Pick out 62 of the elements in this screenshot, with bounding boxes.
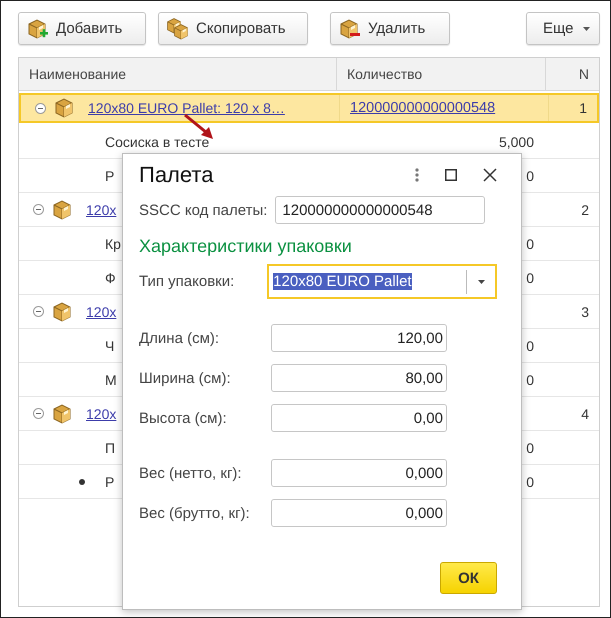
table-row[interactable]: 120x80 EURO Pallet: 120 x 8… 120000000000000548 1	[19, 93, 599, 123]
link[interactable]: 120x	[86, 406, 116, 422]
table-cell: 0	[526, 440, 534, 456]
box-plus-icon	[27, 18, 49, 40]
input-field[interactable]: 0,000	[271, 499, 447, 527]
section-title: Характеристики упаковки	[139, 236, 353, 257]
table-cell: П	[105, 440, 116, 456]
field-label: SSCC код палеты:	[139, 202, 268, 218]
collapse-icon[interactable]	[35, 102, 46, 114]
table-cell: Ф	[105, 270, 116, 286]
table-cell: Р	[105, 168, 114, 184]
field-label: Длина (см):	[139, 330, 220, 346]
table-cell: 0	[526, 168, 534, 184]
field-label: Вес (нетто, кг):	[139, 464, 243, 482]
table-cell: 3	[581, 304, 589, 320]
caret-icon[interactable]	[478, 280, 484, 284]
link[interactable]: 120x	[86, 202, 116, 218]
input-field[interactable]: 120000000000000548	[275, 196, 486, 224]
toolbar-button[interactable]: Удалить	[330, 12, 450, 45]
dialog-title: Палета	[139, 162, 214, 188]
input-field[interactable]: 80,00	[271, 364, 447, 392]
more-options-icon[interactable]	[415, 168, 419, 182]
table-cell: 0	[526, 270, 534, 286]
table-cell: 5,000	[498, 134, 534, 150]
table-cell: Ч	[105, 338, 114, 354]
more-button[interactable]: Еще	[526, 12, 600, 45]
table-cell: 0	[526, 338, 534, 354]
table-cell: 4	[581, 406, 589, 422]
column-header[interactable]: Наименование	[19, 58, 337, 90]
maximize-icon[interactable]	[445, 169, 457, 181]
box-minus-icon	[339, 18, 361, 40]
field-label: Ширина (см):	[139, 370, 232, 386]
toolbar-button[interactable]: Добавить	[18, 12, 146, 45]
link[interactable]: 120x80 EURO Pallet: 120 x 8…	[88, 100, 285, 116]
table-cell: 0	[526, 372, 534, 388]
link[interactable]: 120000000000000548	[350, 100, 496, 116]
table-cell: Сосиска в тесте	[105, 134, 210, 150]
input-field[interactable]: 0,000	[271, 459, 447, 487]
table-cell: Кр	[105, 236, 121, 252]
ok-button[interactable]: ОК	[440, 562, 497, 594]
collapse-icon[interactable]	[33, 408, 44, 419]
table-cell: Р	[105, 474, 114, 490]
table-cell: 0	[526, 474, 534, 490]
collapse-icon[interactable]	[33, 204, 44, 215]
collapse-icon[interactable]	[33, 306, 44, 317]
toolbar-button[interactable]: Скопировать	[158, 12, 308, 45]
input-field[interactable]: 0,00	[271, 404, 447, 432]
close-icon[interactable]	[483, 168, 497, 182]
dropdown-field[interactable]: 120x80 EURO Pallet	[267, 264, 497, 299]
boxes-icon	[167, 18, 189, 40]
table-cell: М	[105, 372, 117, 388]
table-cell: 1	[579, 100, 587, 116]
table-cell: 0	[526, 236, 534, 252]
link[interactable]: 120x	[86, 304, 116, 320]
column-header[interactable]: N	[546, 58, 599, 90]
input-field[interactable]: 120,00	[271, 324, 447, 352]
field-label: Тип упаковки:	[139, 273, 236, 290]
field-label: Вес (брутто, кг):	[139, 504, 251, 522]
field-label: Высота (см):	[139, 410, 228, 426]
column-header[interactable]: Количество	[337, 58, 546, 90]
caret-icon	[582, 26, 590, 30]
table-cell: 2	[581, 202, 589, 218]
